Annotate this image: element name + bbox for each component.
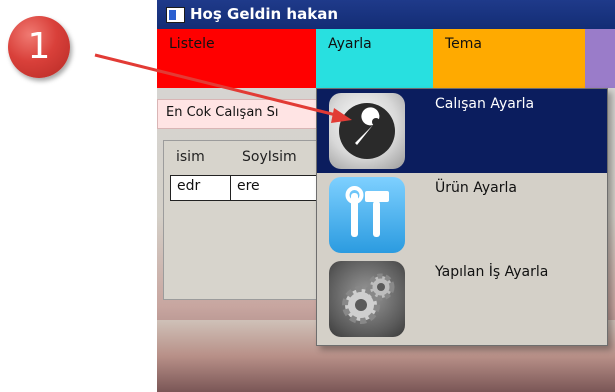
menu-item-label: Tema [445,36,483,52]
title-bar: Hoş Geldin hakan [157,0,615,29]
tab-en-cok-calisan[interactable]: En Cok Calışan Sı [157,99,319,129]
ayarla-dropdown-menu: Calışan Ayarla Ürün Ayarla Yapılan İş Ay… [316,88,608,346]
menu-item-extra[interactable] [585,29,615,88]
tab-label: En Cok Calışan Sı [166,105,279,120]
window-icon [166,7,185,23]
column-header-soyisim[interactable]: SoyIsim [242,149,297,165]
gears-icon [329,261,405,337]
menu-bar: Listele Ayarla Tema [157,29,615,88]
menu-item-tema[interactable]: Tema [433,29,585,88]
menu-item-ayarla[interactable]: Ayarla [316,29,433,88]
dropdown-item-yapilan-is-ayarla[interactable]: Yapılan İş Ayarla [317,257,607,341]
dropdown-item-label: Yapılan İş Ayarla [435,264,549,280]
tools-icon [329,177,405,253]
dropdown-item-label: Ürün Ayarla [435,180,517,196]
menu-item-label: Ayarla [328,36,372,52]
window-title: Hoş Geldin hakan [190,5,338,23]
data-grid: isim SoyIsim edr ere [163,140,325,300]
menu-item-label: Listele [169,36,215,52]
dropdown-item-label: Calışan Ayarla [435,96,535,112]
dropdown-item-calisan-ayarla[interactable]: Calışan Ayarla [317,89,607,173]
grid-cell-soyisim[interactable]: ere [230,175,324,201]
grid-cell-isim[interactable]: edr [170,175,232,201]
menu-item-listele[interactable]: Listele [157,29,316,88]
callout-badge: 1 [8,16,70,78]
callout-number: 1 [27,26,51,67]
wrench-icon [329,93,405,169]
dropdown-item-urun-ayarla[interactable]: Ürün Ayarla [317,173,607,257]
cell-text: ere [237,178,260,194]
column-header-isim[interactable]: isim [176,149,205,165]
cell-text: edr [177,178,201,194]
